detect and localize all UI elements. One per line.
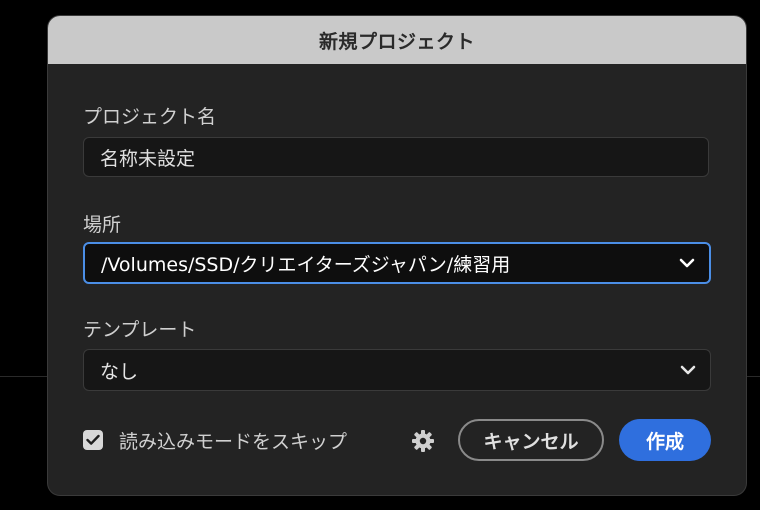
- cancel-button[interactable]: キャンセル: [458, 419, 604, 461]
- gear-icon[interactable]: [411, 429, 435, 453]
- template-value: なし: [100, 360, 139, 383]
- create-button[interactable]: 作成: [619, 419, 711, 461]
- project-name-label: プロジェクト名: [83, 106, 217, 128]
- skip-import-checkbox[interactable]: [83, 430, 103, 450]
- chevron-down-icon: [679, 255, 695, 271]
- location-select[interactable]: /Volumes/SSD/クリエイターズジャパン/練習用: [83, 242, 711, 284]
- dialog-footer: 読み込みモードをスキップ キャンセル 作成: [83, 419, 711, 461]
- project-name-input[interactable]: 名称未設定: [83, 137, 709, 177]
- new-project-dialog: 新規プロジェクト プロジェクト名 名称未設定 場所 /Volumes/SSD/ク…: [48, 16, 746, 495]
- location-label: 場所: [83, 214, 122, 236]
- dialog-title: 新規プロジェクト: [48, 16, 746, 64]
- chevron-down-icon: [680, 362, 696, 378]
- template-label: テンプレート: [83, 319, 197, 341]
- checkmark-icon: [86, 434, 100, 445]
- location-value: /Volumes/SSD/クリエイターズジャパン/練習用: [101, 253, 511, 276]
- project-name-value: 名称未設定: [100, 147, 196, 170]
- template-select[interactable]: なし: [83, 349, 711, 391]
- skip-import-label[interactable]: 読み込みモードをスキップ: [119, 427, 347, 454]
